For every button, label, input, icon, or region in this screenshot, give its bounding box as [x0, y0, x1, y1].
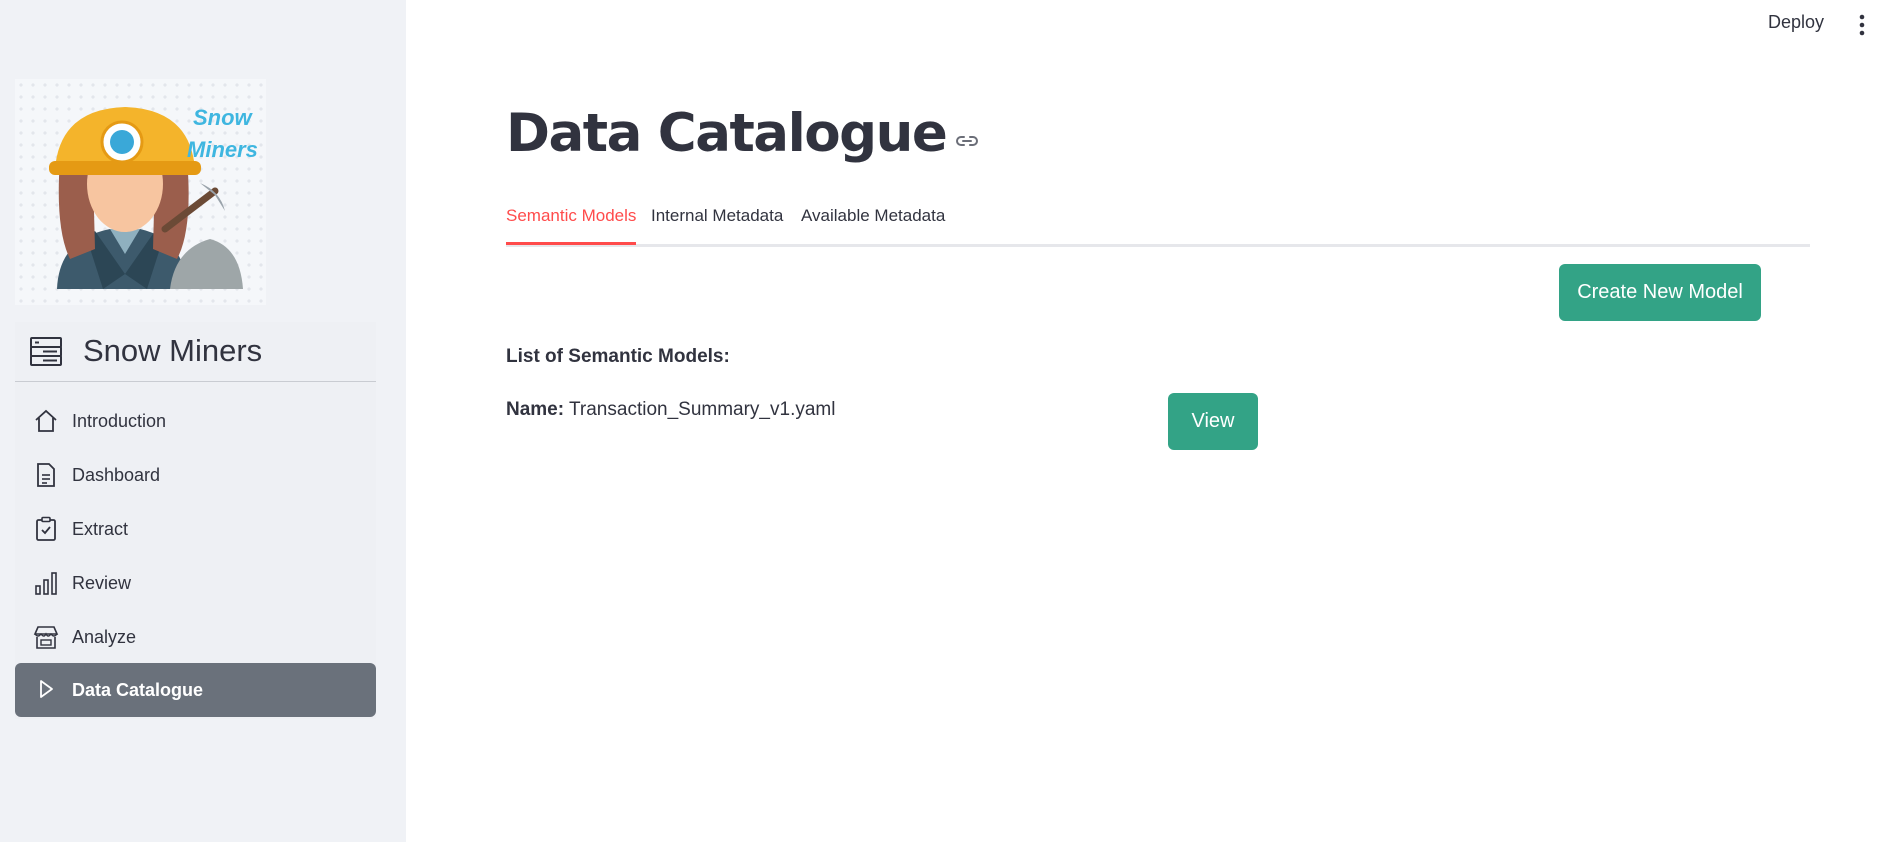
shop-icon [33, 626, 59, 649]
model-name-label: Name: [506, 399, 565, 420]
menu-brand: Snow Miners [15, 322, 376, 382]
nav-label: Extract [72, 518, 129, 539]
create-new-model-button[interactable]: Create New Model [1559, 264, 1761, 321]
model-name: Transaction_Summary_v1.yaml [569, 399, 836, 420]
tab-internal-metadata[interactable]: Internal Metadata [651, 206, 783, 242]
nav-item-extract[interactable]: Extract [15, 503, 376, 555]
view-model-button[interactable]: View [1168, 393, 1258, 450]
bar-chart-icon [35, 572, 57, 595]
tab-available-metadata[interactable]: Available Metadata [801, 206, 945, 242]
option-menu: Snow Miners Introduction Dashboard Extra… [15, 322, 376, 719]
models-list-heading: List of Semantic Models: [506, 346, 730, 367]
play-icon [40, 680, 53, 698]
clipboard-check-icon [36, 516, 56, 541]
tab-semantic-models[interactable]: Semantic Models [506, 206, 637, 245]
deploy-button[interactable]: Deploy [1768, 12, 1824, 33]
nav-item-dashboard[interactable]: Dashboard [15, 449, 376, 501]
svg-text:Miners: Miners [187, 137, 258, 162]
server-stack-icon [30, 337, 62, 366]
miner-illustration: Snow Miners [49, 105, 258, 289]
sidebar: Snow Miners Snow Miners Introduction Das… [0, 0, 406, 842]
page-title: Data Catalogue [506, 103, 948, 164]
nav-label: Review [72, 572, 132, 593]
nav-item-review[interactable]: Review [15, 557, 376, 609]
nav-label: Dashboard [72, 464, 161, 485]
page-title-row: Data Catalogue [506, 103, 980, 164]
link-icon[interactable] [954, 128, 980, 154]
list-item: Name: Transaction_Summary_v1.yaml [506, 399, 835, 421]
svg-text:Snow: Snow [193, 105, 254, 130]
menu-title: Snow Miners [83, 333, 263, 368]
kebab-menu-icon[interactable] [1858, 14, 1866, 36]
nav-label: Introduction [72, 410, 167, 431]
house-icon [35, 409, 57, 432]
nav-item-introduction[interactable]: Introduction [15, 395, 376, 447]
nav-item-data-catalogue[interactable]: Data Catalogue [15, 663, 376, 717]
nav-label: Data Catalogue [72, 679, 204, 700]
nav-item-analyze[interactable]: Analyze [15, 611, 376, 663]
tab-bar: Semantic Models Internal Metadata Availa… [506, 196, 1810, 247]
nav-label: Analyze [72, 626, 137, 647]
snow-miners-logo: Snow Miners [15, 79, 266, 305]
document-icon [37, 463, 55, 487]
